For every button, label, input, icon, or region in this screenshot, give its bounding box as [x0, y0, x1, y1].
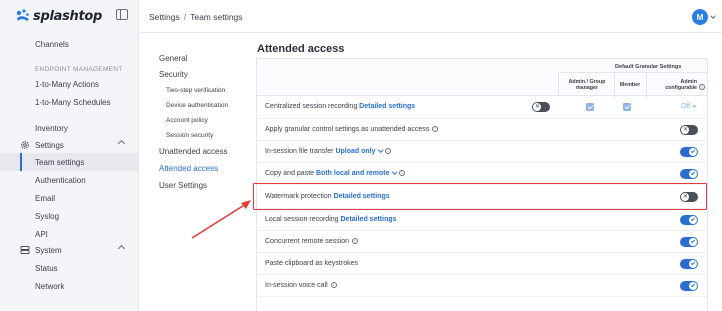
info-icon[interactable]: [330, 282, 337, 289]
sidebar-group-settings[interactable]: Settings: [0, 136, 139, 154]
table-row: In-session voice call: [257, 275, 707, 297]
chevron-up-icon: [117, 139, 126, 148]
info-icon[interactable]: [399, 170, 406, 177]
sidebar: splashtop Channels ENDPOINT MANAGEMENT 1…: [0, 0, 139, 311]
col-admin-configurable: Admin configurable: [665, 79, 697, 92]
concurrent-remote-session-toggle[interactable]: [680, 237, 698, 247]
sidebar-item-1-to-many-schedules[interactable]: 1-to-Many Schedules: [0, 93, 139, 111]
voice-call-toggle[interactable]: [680, 281, 698, 291]
apply-granular-control-toggle[interactable]: ✕: [680, 125, 698, 135]
breadcrumb-current: Team settings: [190, 12, 243, 22]
sidebar-item-team-settings[interactable]: Team settings: [0, 153, 139, 171]
table-header: Default Granular Settings Admin / Group …: [257, 58, 707, 98]
row-label: Local session recording Detailed setting…: [265, 216, 397, 223]
breadcrumb-separator: /: [183, 12, 187, 22]
file-transfer-toggle[interactable]: [680, 147, 698, 157]
table-row: Centralized session recording Detailed s…: [257, 96, 707, 119]
table-row: In-session file transfer Upload only: [257, 141, 707, 163]
highlight-annotation-box: [253, 183, 707, 210]
file-transfer-dropdown[interactable]: Upload only: [335, 148, 375, 155]
centralized-session-recording-toggle[interactable]: ✕: [532, 102, 550, 112]
row-label: Concurrent remote session: [265, 238, 359, 245]
subnav-general[interactable]: General: [159, 54, 187, 63]
subnav-two-step-verification[interactable]: Two-step verification: [166, 87, 225, 94]
avatar[interactable]: M: [692, 9, 708, 25]
subnav-unattended-access[interactable]: Unattended access: [159, 147, 228, 156]
subnav-attended-access[interactable]: Attended access: [159, 164, 218, 173]
row-label: Paste clipboard as keystrokes: [265, 260, 358, 267]
info-icon[interactable]: [385, 148, 391, 155]
collapse-sidebar-icon[interactable]: [116, 9, 128, 20]
row-label: In-session voice call: [265, 282, 337, 289]
subnav-account-policy[interactable]: Account policy: [166, 117, 208, 124]
table-row: Paste clipboard as keystrokes: [257, 253, 707, 275]
granular-columns: Admin / Group manager Member Admin confi…: [558, 72, 707, 98]
admin-configurable-dropdown[interactable]: Off: [681, 103, 697, 110]
sidebar-item-inventory[interactable]: Inventory: [0, 119, 139, 137]
chevron-down-icon[interactable]: [377, 147, 383, 153]
sidebar-item-network[interactable]: Network: [0, 277, 139, 295]
subnav-user-settings[interactable]: User Settings: [159, 181, 207, 190]
sidebar-item-email[interactable]: Email: [0, 189, 139, 207]
sidebar-item-channels[interactable]: Channels: [0, 35, 139, 53]
member-checkbox[interactable]: [623, 103, 631, 111]
col-admin-group-manager: Admin / Group manager: [568, 79, 606, 92]
row-label: In-session file transfer Upload only: [265, 147, 391, 155]
system-icon: [20, 245, 30, 255]
sidebar-section-endpoint-management: ENDPOINT MANAGEMENT: [35, 66, 123, 73]
row-label: Centralized session recording Detailed s…: [265, 103, 416, 110]
sidebar-item-authentication[interactable]: Authentication: [0, 171, 139, 189]
sidebar-group-system[interactable]: System: [0, 241, 139, 259]
info-icon[interactable]: [699, 84, 705, 90]
chevron-down-icon[interactable]: [391, 169, 397, 175]
info-icon[interactable]: [432, 126, 439, 133]
table-row: Local session recording Detailed setting…: [257, 209, 707, 231]
col-member: Member: [619, 82, 641, 88]
logo-text: splashtop: [33, 8, 103, 24]
table-row: Apply granular control settings as unatt…: [257, 119, 707, 141]
sidebar-item-1-to-many-actions[interactable]: 1-to-Many Actions: [0, 75, 139, 93]
table-row: Concurrent remote session: [257, 231, 707, 253]
gear-icon: [20, 140, 30, 150]
page-title: Attended access: [257, 43, 345, 55]
local-session-recording-toggle[interactable]: [680, 215, 698, 225]
sidebar-item-syslog[interactable]: Syslog: [0, 207, 139, 225]
breadcrumb-root[interactable]: Settings: [149, 12, 180, 22]
subnav-security[interactable]: Security: [159, 70, 188, 79]
copy-paste-toggle[interactable]: [680, 169, 698, 179]
splashtop-logo[interactable]: splashtop: [15, 8, 102, 24]
breadcrumb: Settings / Team settings: [149, 12, 243, 22]
copy-paste-dropdown[interactable]: Both local and remote: [316, 170, 390, 177]
table-row: Copy and paste Both local and remote: [257, 163, 707, 185]
row-label: Copy and paste Both local and remote: [265, 169, 406, 177]
top-bar: Settings / Team settings: [139, 0, 722, 33]
detailed-settings-link[interactable]: Detailed settings: [341, 216, 397, 223]
chevron-up-icon: [117, 244, 126, 253]
admin-checkbox[interactable]: [586, 103, 594, 111]
splashtop-logo-icon: [15, 8, 31, 24]
info-icon[interactable]: [352, 238, 359, 245]
sidebar-item-status[interactable]: Status: [0, 259, 139, 277]
paste-clipboard-keystrokes-toggle[interactable]: [680, 259, 698, 269]
subnav-session-security[interactable]: Session security: [166, 132, 213, 139]
granular-settings-title: Default Granular Settings: [615, 64, 682, 70]
detailed-settings-link[interactable]: Detailed settings: [359, 103, 415, 110]
chevron-down-icon: [692, 103, 697, 108]
subnav-device-authentication[interactable]: Device authentication: [166, 102, 228, 109]
row-label: Apply granular control settings as unatt…: [265, 126, 439, 133]
